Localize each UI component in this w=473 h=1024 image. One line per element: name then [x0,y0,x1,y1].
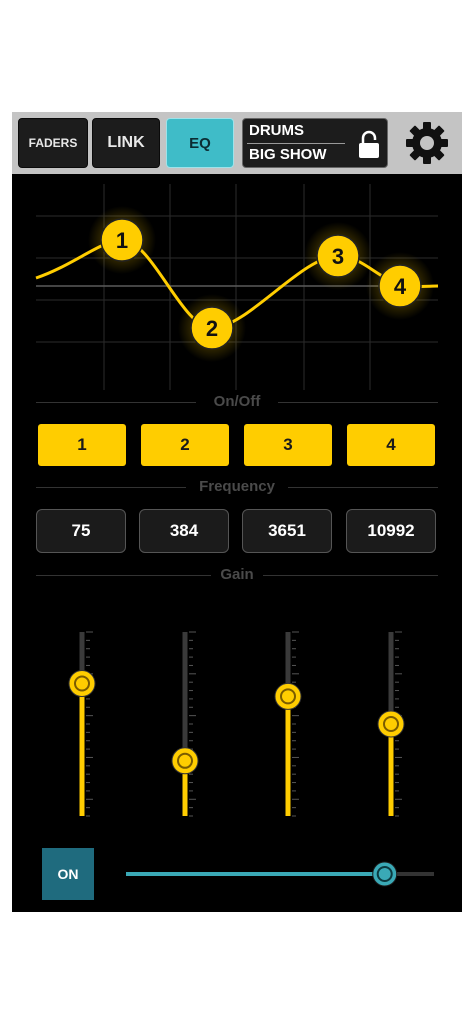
eq-node-2[interactable]: 2 [178,294,246,362]
scene-selector[interactable]: DRUMS BIG SHOW [242,118,388,168]
eq-node-1[interactable]: 1 [88,206,156,274]
eq-node-label: 1 [116,228,128,253]
frequency-section-label: Frequency [36,478,438,498]
eq-node-label: 2 [206,316,218,341]
eq-node-4[interactable]: 4 [366,252,434,320]
frequency-field-4[interactable]: 10992 [346,509,436,553]
band-3-toggle[interactable]: 3 [244,424,332,466]
gain-section-label: Gain [36,566,438,586]
show-name: BIG SHOW [249,146,327,163]
fader-knob [377,710,405,738]
gain-fader-1[interactable] [62,630,102,820]
frequency-field-1[interactable]: 75 [36,509,126,553]
faders-tab[interactable]: FADERS [18,118,88,168]
frequency-field-3[interactable]: 3651 [242,509,332,553]
eq-app: FADERS LINK EQ DRUMS BIG SHOW 1 2 3 4 On… [12,112,462,912]
gain-fader-2[interactable] [165,630,205,820]
fader-knob [274,682,302,710]
output-level-slider[interactable] [124,860,436,888]
eq-graph[interactable]: 1 2 3 4 [12,174,462,404]
top-bar: FADERS LINK EQ DRUMS BIG SHOW [12,112,462,174]
eq-node-label: 3 [332,244,344,269]
channel-name: DRUMS [249,122,304,139]
onoff-label: On/Off [213,393,261,410]
scene-divider [247,143,345,144]
band-2-toggle[interactable]: 2 [141,424,229,466]
slider-knob[interactable] [372,861,398,887]
gain-fader-3[interactable] [268,630,308,820]
gain-fader-4[interactable] [371,630,411,820]
eq-tab[interactable]: EQ [166,118,234,168]
onoff-section-label: On/Off [36,393,438,413]
band-4-toggle[interactable]: 4 [347,424,435,466]
gear-icon[interactable] [404,120,450,166]
frequency-label: Frequency [199,478,275,495]
fader-knob [171,747,199,775]
eq-node-label: 4 [394,274,407,299]
output-on-button[interactable]: ON [42,848,94,900]
link-tab[interactable]: LINK [92,118,160,168]
fader-knob [68,670,96,698]
eq-node-3[interactable]: 3 [304,222,372,290]
lock-icon[interactable] [357,129,381,159]
frequency-field-2[interactable]: 384 [139,509,229,553]
band-1-toggle[interactable]: 1 [38,424,126,466]
gain-label: Gain [220,566,254,583]
